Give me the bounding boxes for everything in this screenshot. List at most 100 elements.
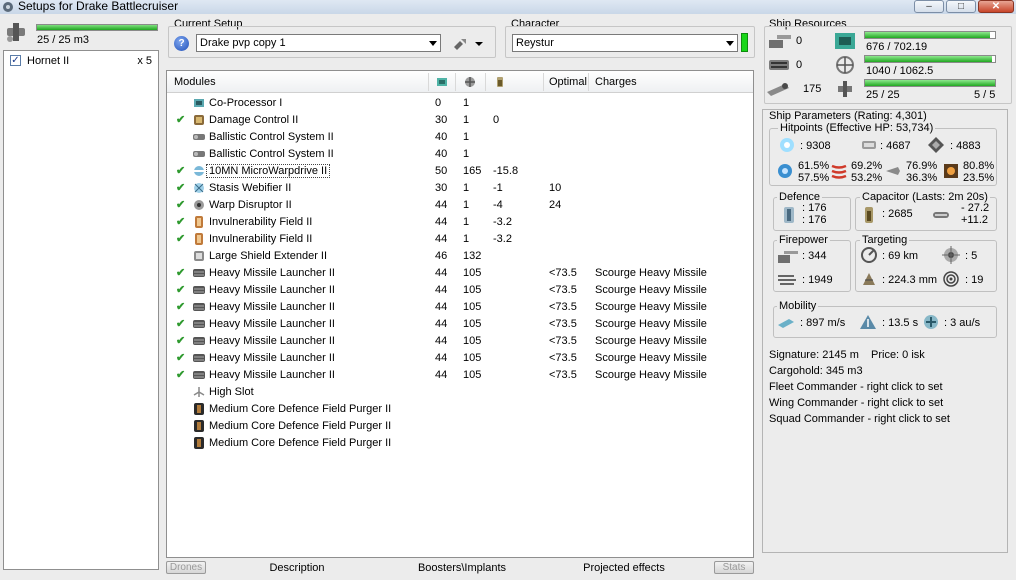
column-modules[interactable]: Modules — [174, 76, 216, 88]
fleet-commander-slot[interactable]: Fleet Commander - right click to set — [769, 381, 943, 393]
module-capacitor: -3.2 — [493, 216, 512, 228]
module-cpu: 30 — [435, 114, 448, 126]
current-setup-value: Drake pvp copy 1 — [200, 37, 286, 49]
em-shield-resist: 61.5% — [798, 160, 830, 172]
module-active-check-icon[interactable]: ✔ — [176, 368, 185, 381]
module-name: Warp Disruptor II — [209, 199, 292, 211]
targeting-range-icon — [861, 247, 877, 263]
tab-description[interactable]: Description — [252, 560, 342, 576]
module-powergrid: 1 — [463, 233, 470, 245]
module-active-check-icon[interactable]: ✔ — [176, 198, 185, 211]
module-active-check-icon[interactable]: ✔ — [176, 351, 185, 364]
module-row[interactable]: Co-Processor I 0 1 — [167, 95, 753, 112]
powergrid-bar — [864, 55, 996, 63]
module-active-check-icon[interactable]: ✔ — [176, 215, 185, 228]
squad-commander-slot[interactable]: Squad Commander - right click to set — [769, 413, 950, 425]
drone-bandwidth-icon — [838, 81, 852, 97]
module-row[interactable]: ✔ Heavy Missile Launcher II 44 105 <73.5 Scou… — [167, 299, 753, 316]
explosive-resist-icon — [944, 164, 958, 178]
setup-tools-icon[interactable] — [452, 36, 486, 51]
module-active-check-icon[interactable]: ✔ — [176, 300, 185, 313]
powergrid-column-icon[interactable] — [463, 75, 477, 89]
drone-list-item[interactable]: ✓ Hornet II x 5 — [8, 54, 156, 68]
powergrid-value: 1040 / 1062.5 — [866, 65, 934, 77]
module-powergrid: 1 — [463, 148, 470, 160]
tab-stats[interactable]: Stats — [714, 561, 754, 574]
module-row[interactable]: Medium Core Defence Field Purger II — [167, 418, 753, 435]
module-row[interactable]: Medium Core Defence Field Purger II — [167, 401, 753, 418]
module-cpu: 44 — [435, 216, 448, 228]
module-active-check-icon[interactable]: ✔ — [176, 113, 185, 126]
minimize-button[interactable]: – — [914, 0, 944, 13]
powergrid-bar-fill — [865, 56, 993, 62]
module-row[interactable]: High Slot — [167, 384, 753, 401]
module-row[interactable]: ✔ Heavy Missile Launcher II 44 105 <73.5 Scou… — [167, 333, 753, 350]
module-active-check-icon[interactable]: ✔ — [176, 232, 185, 245]
stasis-webifier-icon — [194, 183, 204, 193]
module-active-check-icon[interactable]: ✔ — [176, 317, 185, 330]
module-row[interactable]: ✔ Invulnerability Field II 44 1 -3.2 — [167, 214, 753, 231]
module-powergrid: 105 — [463, 369, 482, 381]
module-row[interactable]: Ballistic Control System II 40 1 — [167, 146, 753, 163]
drone-bay-bar-fill — [37, 25, 157, 30]
tab-projected-effects[interactable]: Projected effects — [566, 560, 682, 576]
warp-speed-icon — [924, 315, 938, 329]
module-powergrid: 105 — [463, 335, 482, 347]
help-icon[interactable]: ? — [174, 36, 189, 51]
module-capacitor: -3.2 — [493, 233, 512, 245]
maximize-button[interactable]: □ — [946, 0, 976, 13]
module-charges: Scourge Heavy Missile — [595, 301, 707, 313]
capacitor-column-icon[interactable] — [493, 75, 507, 89]
cargohold-text: Cargohold: 345 m3 — [769, 365, 863, 377]
module-row[interactable]: ✔ Invulnerability Field II 44 1 -3.2 — [167, 231, 753, 248]
wing-commander-slot[interactable]: Wing Commander - right click to set — [769, 397, 943, 409]
cpu-column-icon[interactable] — [435, 75, 449, 89]
drone-checkbox[interactable]: ✓ — [10, 55, 21, 66]
missile-launcher-icon — [193, 269, 205, 277]
module-active-check-icon[interactable]: ✔ — [176, 164, 185, 177]
module-charges: Scourge Heavy Missile — [595, 335, 707, 347]
module-cpu: 44 — [435, 267, 448, 279]
module-row[interactable]: ✔ Heavy Missile Launcher II 44 105 <73.5 Scou… — [167, 350, 753, 367]
module-row[interactable]: Ballistic Control System II 40 1 — [167, 129, 753, 146]
module-row[interactable]: ✔ Heavy Missile Launcher II 44 105 <73.5 Scou… — [167, 367, 753, 384]
module-row[interactable]: ✔ Warp Disruptor II 44 1 -4 24 — [167, 197, 753, 214]
module-capacitor: -1 — [493, 182, 503, 194]
explosive-shield-resist: 80.8% — [963, 160, 995, 172]
module-cpu: 44 — [435, 352, 448, 364]
module-name: Medium Core Defence Field Purger II — [209, 420, 392, 432]
armor-hp-value: : 4687 — [880, 140, 911, 152]
kinetic-shield-resist: 76.9% — [906, 160, 938, 172]
module-optimal: <73.5 — [549, 284, 577, 296]
module-cpu: 30 — [435, 182, 448, 194]
column-optimal[interactable]: Optimal — [549, 76, 587, 88]
module-row[interactable]: ✔ Stasis Webifier II 30 1 -1 10 — [167, 180, 753, 197]
close-button[interactable]: ✕ — [978, 0, 1014, 13]
module-charges: Scourge Heavy Missile — [595, 267, 707, 279]
module-row[interactable]: ✔ 10MN MicroWarpdrive II 50 165 -15.8 — [167, 163, 753, 180]
firepower-value-2: : 1949 — [802, 274, 833, 286]
module-capacitor: 0 — [493, 114, 500, 126]
missile-launcher-icon — [193, 354, 205, 362]
module-row[interactable]: ✔ Damage Control II 30 1 0 — [167, 112, 753, 129]
rig-icon — [194, 403, 204, 415]
module-row[interactable]: Medium Core Defence Field Purger II — [167, 435, 753, 452]
price-text: Price: 0 isk — [871, 349, 925, 361]
module-active-check-icon[interactable]: ✔ — [176, 334, 185, 347]
module-row[interactable]: Large Shield Extender II 46 132 — [167, 248, 753, 265]
module-row[interactable]: ✔ Heavy Missile Launcher II 44 105 <73.5 Scou… — [167, 282, 753, 299]
tab-boosters-implants[interactable]: Boosters\Implants — [402, 560, 522, 576]
module-row[interactable]: ✔ Heavy Missile Launcher II 44 105 <73.5 Scou… — [167, 316, 753, 333]
current-setup-select[interactable]: Drake pvp copy 1 — [196, 34, 441, 52]
character-select[interactable]: Reystur — [512, 34, 738, 52]
module-powergrid: 1 — [463, 97, 470, 109]
module-row[interactable]: ✔ Heavy Missile Launcher II 44 105 <73.5 Scou… — [167, 265, 753, 282]
column-charges[interactable]: Charges — [595, 76, 637, 88]
module-name: Heavy Missile Launcher II — [209, 352, 335, 364]
module-active-check-icon[interactable]: ✔ — [176, 181, 185, 194]
firepower-value-1: : 344 — [802, 250, 827, 262]
column-divider — [485, 73, 486, 91]
tab-drones[interactable]: Drones — [166, 561, 206, 574]
module-active-check-icon[interactable]: ✔ — [176, 283, 185, 296]
module-active-check-icon[interactable]: ✔ — [176, 266, 185, 279]
